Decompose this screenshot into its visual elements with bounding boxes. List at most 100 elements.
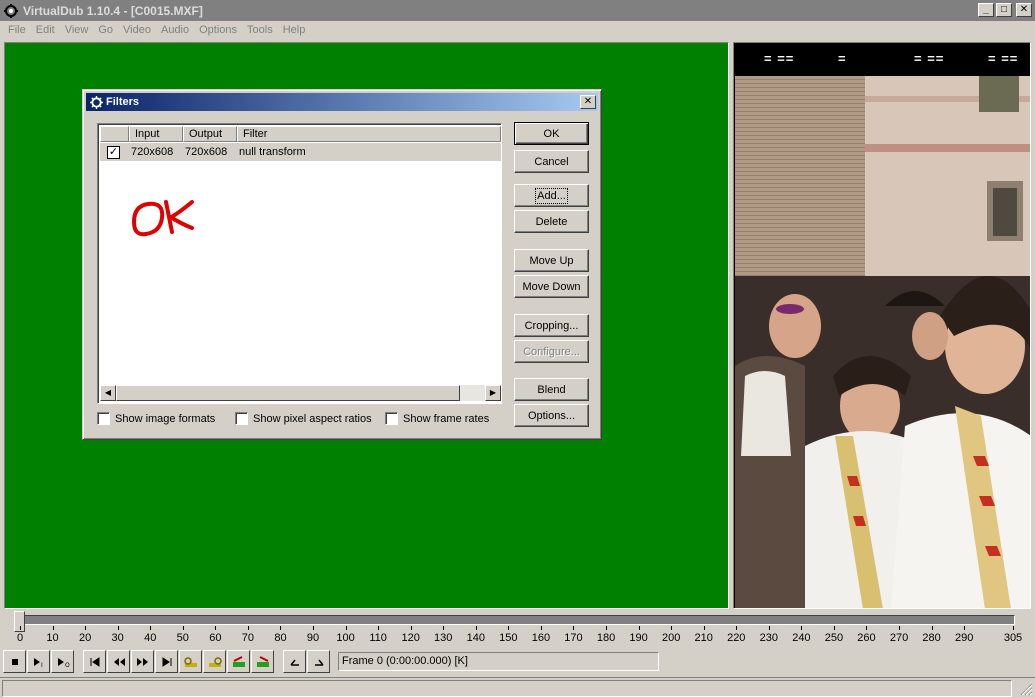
menu-tools[interactable]: Tools xyxy=(242,24,278,36)
timeline-tick-label: 230 xyxy=(759,632,778,644)
next-frame-icon[interactable] xyxy=(131,650,154,673)
timeline-tick-label: 60 xyxy=(209,632,222,644)
filter-enabled-checkbox[interactable]: ✓ xyxy=(107,145,120,159)
timeline-track[interactable] xyxy=(14,615,1015,625)
show-image-formats-checkbox[interactable]: Show image formats xyxy=(97,412,215,425)
resize-grip-icon[interactable] xyxy=(1019,682,1033,696)
timeline-tick xyxy=(150,626,152,630)
options-button[interactable]: Options... xyxy=(514,404,589,427)
menu-audio[interactable]: Audio xyxy=(156,24,194,36)
scroll-thumb[interactable] xyxy=(116,385,460,401)
timeline-ticks: 0 10 20 30 40 50 60 70 80 90 100 110 120 130 140 150 160… xyxy=(0,626,1035,646)
timeline-tick-label: 150 xyxy=(499,632,518,644)
options-label: Options... xyxy=(527,409,576,422)
menu-view[interactable]: View xyxy=(60,24,94,36)
close-button[interactable]: ✕ xyxy=(1016,3,1032,17)
dialog-title: Filters xyxy=(106,96,140,108)
move-down-label: Move Down xyxy=(522,280,581,293)
previous-keyframe-icon[interactable] xyxy=(179,650,202,673)
timeline-tick xyxy=(899,626,901,630)
show-frame-rates-checkbox[interactable]: Show frame rates xyxy=(385,412,489,425)
frame-position-readout: Frame 0 (0:00:00.000) [K] xyxy=(338,652,659,671)
menu-edit[interactable]: Edit xyxy=(31,24,60,36)
timeline-tick xyxy=(475,626,477,630)
timeline-tick-label: 80 xyxy=(274,632,287,644)
column-filter[interactable]: Filter xyxy=(237,126,501,142)
cropping-button[interactable]: Cropping... xyxy=(514,314,589,337)
menu-video[interactable]: Video xyxy=(118,24,156,36)
play-input-icon[interactable]: I xyxy=(27,650,50,673)
timeline-tick-label: 190 xyxy=(629,632,648,644)
go-to-end-icon[interactable] xyxy=(155,650,178,673)
timeline-tick-label: 90 xyxy=(306,632,320,644)
scene-forward-icon[interactable] xyxy=(251,650,274,673)
timeline-tick-label: 30 xyxy=(111,632,124,644)
column-input[interactable]: Input xyxy=(129,126,183,142)
timeline-tick-label: 130 xyxy=(434,632,453,644)
move-up-button[interactable]: Move Up xyxy=(514,249,589,272)
ok-button[interactable]: OK xyxy=(514,122,589,145)
menu-options[interactable]: Options xyxy=(194,24,242,36)
timeline-tick xyxy=(833,626,835,630)
add-filter-button[interactable]: Add... xyxy=(514,184,589,207)
scroll-right-button[interactable]: ▶ xyxy=(485,385,501,401)
go-to-start-icon[interactable] xyxy=(83,650,106,673)
scroll-left-button[interactable]: ◀ xyxy=(100,385,116,401)
menu-file[interactable]: File xyxy=(0,24,31,36)
minimize-button[interactable]: _ xyxy=(978,3,994,17)
output-video-pane[interactable]: = == = = == = == xyxy=(733,42,1031,609)
delete-filter-button[interactable]: Delete xyxy=(514,210,589,233)
timeline-tick xyxy=(215,626,217,630)
column-output[interactable]: Output xyxy=(183,126,237,142)
filter-row[interactable]: ✓ 720x608 720x608 null transform xyxy=(100,143,501,161)
timeline-tick xyxy=(1013,626,1014,630)
delete-label: Delete xyxy=(535,215,568,228)
filters-gear-icon xyxy=(88,94,104,110)
checkbox-box[interactable] xyxy=(385,412,398,425)
horizontal-scrollbar[interactable]: ◀ ▶ xyxy=(100,385,501,401)
scene-back-icon[interactable] xyxy=(227,650,250,673)
show-pixel-aspect-checkbox[interactable]: Show pixel aspect ratios xyxy=(235,412,372,425)
timeline-tick xyxy=(117,626,119,630)
timeline-tick-label: 180 xyxy=(596,632,616,644)
video-header-strip: = == = = == = == xyxy=(734,43,1030,76)
timeline-tick-label: 140 xyxy=(466,632,485,644)
menu-help[interactable]: Help xyxy=(278,24,311,36)
svg-text:O: O xyxy=(65,662,70,668)
timeline-tick xyxy=(345,626,347,630)
timeline-tick-label: 280 xyxy=(922,632,941,644)
mark-in-icon[interactable] xyxy=(283,650,306,673)
header-mark: = xyxy=(838,51,847,66)
timeline-tick-label: 40 xyxy=(144,632,157,644)
next-keyframe-icon[interactable] xyxy=(203,650,226,673)
cancel-button[interactable]: Cancel xyxy=(514,150,589,173)
timeline-tick-label: 270 xyxy=(889,632,909,644)
blend-button[interactable]: Blend xyxy=(514,378,589,401)
configure-button[interactable]: Configure... xyxy=(514,340,589,363)
filter-list[interactable]: Input Output Filter ✓ 720x608 720x608 nu… xyxy=(97,123,502,404)
maximize-button[interactable]: □ xyxy=(996,3,1012,17)
timeline-tick-label: 120 xyxy=(401,632,420,644)
virtualdub-app-icon[interactable] xyxy=(3,3,19,19)
checkbox-box[interactable] xyxy=(235,412,248,425)
timeline-tick xyxy=(20,626,21,630)
timeline-tick-label: 290 xyxy=(954,632,974,644)
timeline-tick-label: 260 xyxy=(857,632,876,644)
menu-bar: File Edit View Go Video Audio Options To… xyxy=(0,21,1035,39)
timeline-tick-label: 240 xyxy=(792,632,811,644)
add-label: Add... xyxy=(535,187,568,204)
checkbox-box[interactable] xyxy=(97,412,110,425)
timeline-tick xyxy=(378,626,380,630)
move-down-button[interactable]: Move Down xyxy=(514,275,589,298)
timeline-tick-label: 100 xyxy=(336,632,355,644)
menu-go[interactable]: Go xyxy=(93,24,118,36)
stop-icon[interactable] xyxy=(3,650,26,673)
dialog-close-button[interactable]: ✕ xyxy=(580,95,596,109)
mark-out-icon[interactable] xyxy=(307,650,330,673)
dialog-title-bar[interactable]: Filters ✕ xyxy=(86,93,598,111)
previous-frame-icon[interactable] xyxy=(107,650,130,673)
column-enabled[interactable] xyxy=(100,126,129,142)
timeline-tick xyxy=(182,626,184,630)
timeline-tick xyxy=(247,626,249,630)
play-output-icon[interactable]: O xyxy=(51,650,74,673)
